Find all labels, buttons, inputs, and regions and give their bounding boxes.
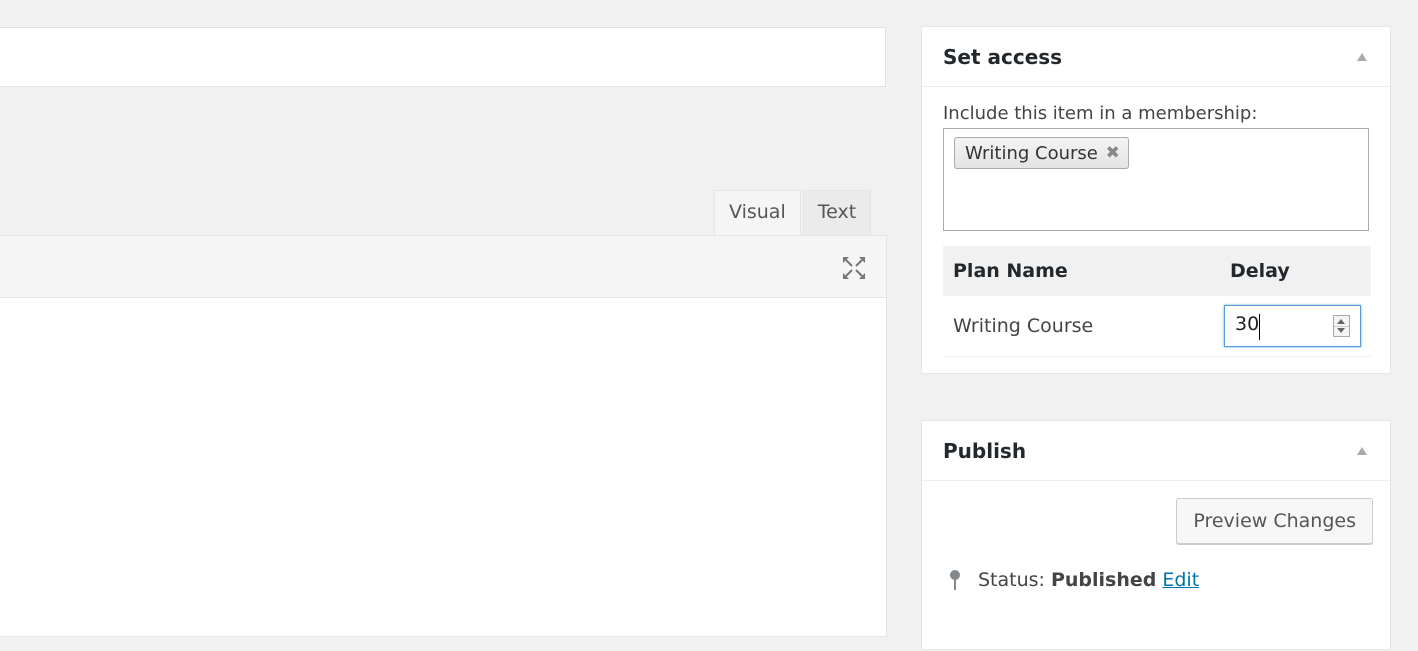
status-edit-link[interactable]: Edit — [1162, 569, 1199, 591]
collapse-arrow-icon[interactable] — [1356, 52, 1368, 62]
set-access-header[interactable]: Set access — [922, 27, 1390, 87]
publish-header[interactable]: Publish — [922, 421, 1390, 481]
text-cursor — [1259, 314, 1260, 340]
delay-cell: 30 — [1224, 296, 1371, 357]
plan-delay-table: Plan Name Delay Writing Course 30 — [943, 246, 1371, 357]
column-header-plan-name: Plan Name — [943, 246, 1224, 296]
collapse-arrow-icon[interactable] — [1356, 446, 1368, 456]
remove-icon[interactable]: ✖ — [1106, 144, 1120, 162]
delay-value: 30 — [1235, 313, 1260, 335]
status-label: Status: — [978, 569, 1045, 591]
editor-toolbar — [0, 235, 887, 298]
tab-visual[interactable]: Visual — [714, 190, 801, 236]
preview-changes-button[interactable]: Preview Changes — [1176, 498, 1373, 544]
delay-number-input[interactable]: 30 — [1224, 305, 1361, 347]
editor-content-area[interactable] — [0, 297, 887, 637]
status-value: Published — [1050, 569, 1157, 591]
publish-title: Publish — [943, 438, 1027, 463]
column-header-delay: Delay — [1224, 246, 1371, 296]
publish-box: Publish Preview Changes Status: Publishe… — [921, 420, 1391, 650]
table-row: Writing Course 30 — [943, 296, 1371, 357]
editor-tabs: Visual Text — [714, 190, 873, 236]
number-spinner-icon[interactable] — [1333, 315, 1350, 337]
plan-name-cell: Writing Course — [943, 296, 1224, 357]
post-title-field[interactable] — [0, 27, 886, 87]
membership-chip-label: Writing Course — [965, 142, 1098, 164]
status-row: Status: Published Edit — [948, 569, 1199, 591]
membership-chip: Writing Course ✖ — [954, 137, 1129, 169]
include-membership-label: Include this item in a membership: — [943, 103, 1258, 124]
membership-select[interactable]: Writing Course ✖ — [943, 128, 1369, 231]
pin-icon — [950, 570, 960, 590]
tab-text[interactable]: Text — [802, 190, 872, 236]
set-access-box: Set access Include this item in a member… — [921, 26, 1391, 374]
expand-icon[interactable] — [840, 254, 868, 282]
set-access-title: Set access — [943, 44, 1063, 69]
